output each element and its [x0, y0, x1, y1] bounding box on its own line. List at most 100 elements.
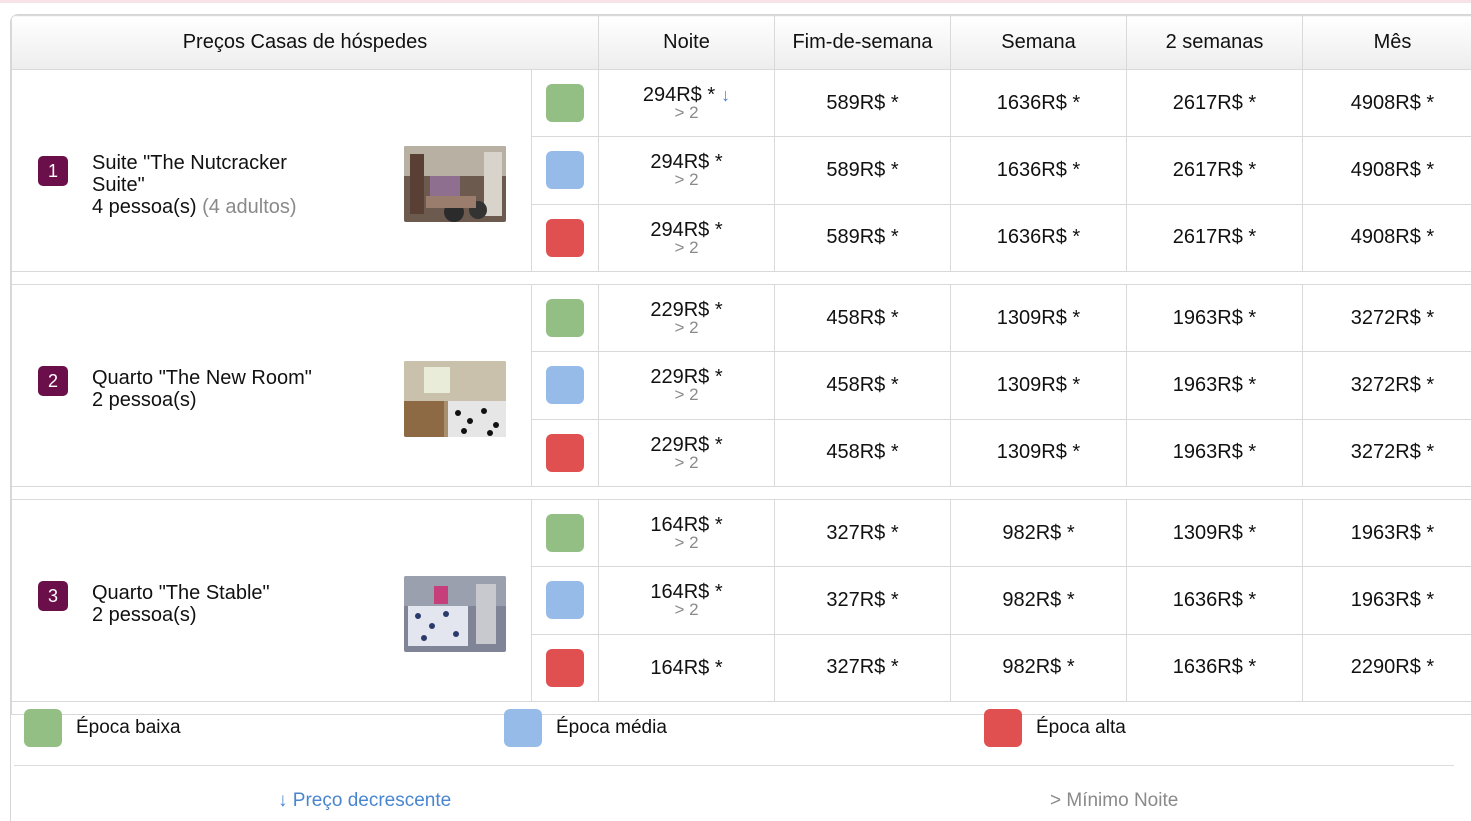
night-price-cell: 164R$ * — [598, 633, 775, 703]
mid-season-swatch — [546, 366, 584, 405]
season-cell — [531, 633, 599, 703]
header-col-month: Mês — [1302, 15, 1471, 70]
min-nights: > 2 — [674, 533, 699, 553]
month-price: 3272R$ * — [1302, 418, 1471, 488]
room-number-badge: 3 — [38, 581, 68, 611]
room-photo[interactable] — [404, 146, 506, 222]
low-season-swatch — [24, 709, 62, 747]
night-price: 164R$ * — [650, 656, 723, 679]
header-col-two-weeks: 2 semanas — [1126, 15, 1303, 70]
night-price-cell: 229R$ * > 2 — [598, 418, 775, 488]
weekend-price: 327R$ * — [774, 566, 951, 635]
week-price: 982R$ * — [950, 566, 1127, 635]
two-weeks-price: 2617R$ * — [1126, 203, 1303, 273]
season-cell — [531, 418, 599, 488]
weekend-price: 589R$ * — [774, 136, 951, 205]
row-spacer — [11, 486, 1471, 500]
week-price: 982R$ * — [950, 498, 1127, 568]
night-price: 294R$ * — [650, 218, 723, 241]
mid-season-swatch — [504, 709, 542, 747]
prices-table: Preços Casas de hóspedes Noite Fim-de-se… — [11, 15, 1471, 715]
month-price: 1963R$ * — [1302, 566, 1471, 635]
sort-descending-note: ↓ Preço decrescente — [278, 790, 452, 811]
room-photo[interactable] — [404, 361, 506, 437]
room-capacity: 4 pessoa(s) (4 adultos) — [92, 196, 362, 218]
night-price-cell: 229R$ * > 2 — [598, 351, 775, 420]
month-price: 1963R$ * — [1302, 498, 1471, 568]
week-price: 1309R$ * — [950, 418, 1127, 488]
night-price: 229R$ * — [650, 299, 723, 322]
room-name[interactable]: Quarto "The New Room" — [92, 367, 362, 389]
header-col-night: Noite — [598, 15, 775, 70]
weekend-price: 589R$ * — [774, 203, 951, 273]
night-price: 164R$ * — [650, 514, 723, 537]
weekend-price: 458R$ * — [774, 418, 951, 488]
room-number-badge: 2 — [38, 366, 68, 396]
low-season-swatch — [546, 514, 584, 553]
room-adults: (4 adultos) — [202, 196, 297, 218]
night-price-cell: 294R$ * > 2 — [598, 203, 775, 273]
night-price-cell: 164R$ * > 2 — [598, 498, 775, 568]
season-legend: Época baixa Época média Época alta ↓ Pre… — [14, 706, 1454, 816]
weekend-price: 589R$ * — [774, 68, 951, 138]
min-nights: > 2 — [674, 385, 699, 405]
min-nights: > 2 — [674, 170, 699, 190]
min-nights: > 2 — [674, 103, 699, 123]
two-weeks-price: 1963R$ * — [1126, 351, 1303, 420]
min-nights: > 2 — [674, 600, 699, 620]
two-weeks-price: 1309R$ * — [1126, 498, 1303, 568]
two-weeks-price: 2617R$ * — [1126, 136, 1303, 205]
room-cell: 3 Quarto "The Stable" 2 pessoa(s) — [11, 499, 532, 702]
month-price: 2290R$ * — [1302, 633, 1471, 703]
week-price: 1636R$ * — [950, 136, 1127, 205]
room-people: 2 pessoa(s) — [92, 604, 197, 626]
season-cell — [531, 498, 599, 568]
header-title: Preços Casas de hóspedes — [11, 15, 599, 70]
two-weeks-price: 1636R$ * — [1126, 566, 1303, 635]
high-season-swatch — [984, 709, 1022, 747]
top-accent-line — [0, 0, 1471, 3]
weekend-price: 327R$ * — [774, 498, 951, 568]
two-weeks-price: 1963R$ * — [1126, 418, 1303, 488]
header-col-week: Semana — [950, 15, 1127, 70]
mid-season-swatch — [546, 581, 584, 620]
table-row: 1 Suite "The Nutcracker Suite" 4 pessoa(… — [11, 68, 1471, 272]
two-weeks-price: 2617R$ * — [1126, 68, 1303, 138]
table-header-row: Preços Casas de hóspedes Noite Fim-de-se… — [11, 15, 1471, 70]
night-price-cell: 164R$ * > 2 — [598, 566, 775, 635]
row-spacer — [11, 271, 1471, 285]
season-cell — [531, 351, 599, 420]
week-price: 1636R$ * — [950, 68, 1127, 138]
two-weeks-price: 1963R$ * — [1126, 283, 1303, 353]
room-photo[interactable] — [404, 576, 506, 652]
header-col-weekend: Fim-de-semana — [774, 15, 951, 70]
mid-season-swatch — [546, 151, 584, 190]
two-weeks-price: 1636R$ * — [1126, 633, 1303, 703]
legend-low-label: Época baixa — [76, 717, 181, 738]
week-price: 982R$ * — [950, 633, 1127, 703]
season-cell — [531, 136, 599, 205]
night-price-cell: 229R$ * > 2 — [598, 283, 775, 353]
room-people: 2 pessoa(s) — [92, 389, 197, 411]
night-price: 294R$ * — [650, 151, 723, 174]
night-price-cell: 294R$ * > 2 — [598, 136, 775, 205]
sort-down-icon: ↓ — [721, 85, 731, 106]
room-cell: 1 Suite "The Nutcracker Suite" 4 pessoa(… — [11, 69, 532, 272]
legend-low-season: Época baixa — [24, 708, 181, 748]
low-season-swatch — [546, 299, 584, 338]
room-name[interactable]: Quarto "The Stable" — [92, 582, 362, 604]
legend-mid-season: Época média — [504, 708, 667, 748]
room-name[interactable]: Suite "The Nutcracker Suite" — [92, 152, 342, 196]
night-price: 229R$ * — [650, 366, 723, 389]
min-nights: > 2 — [674, 452, 699, 472]
season-cell — [531, 283, 599, 353]
week-price: 1636R$ * — [950, 203, 1127, 273]
month-price: 4908R$ * — [1302, 136, 1471, 205]
high-season-swatch — [546, 648, 584, 687]
room-number-badge: 1 — [38, 156, 68, 186]
high-season-swatch — [546, 433, 584, 472]
min-night-note: > Mínimo Noite — [1050, 790, 1179, 811]
weekend-price: 327R$ * — [774, 633, 951, 703]
prices-panel: Preços Casas de hóspedes Noite Fim-de-se… — [10, 14, 1471, 821]
month-price: 3272R$ * — [1302, 351, 1471, 420]
